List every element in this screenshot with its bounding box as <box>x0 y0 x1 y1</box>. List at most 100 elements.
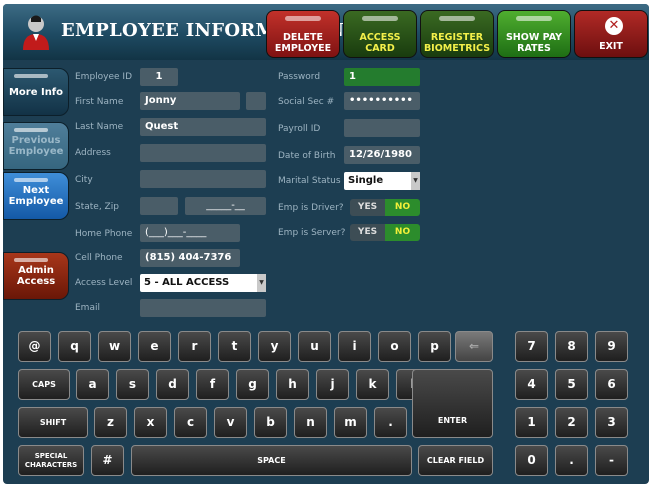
enter-key[interactable]: ENTER <box>412 369 493 438</box>
special-characters-key[interactable]: SPECIAL CHARACTERS <box>18 445 84 476</box>
key-q[interactable]: q <box>58 331 91 362</box>
employee-id-field[interactable]: 1 <box>140 68 178 86</box>
state-field[interactable] <box>140 197 178 215</box>
key-u[interactable]: u <box>298 331 331 362</box>
next-employee-button[interactable]: Next Employee <box>3 172 69 220</box>
first-name-label: First Name <box>75 97 124 107</box>
numpad-6[interactable]: 6 <box>595 369 628 400</box>
exit-label: EXIT <box>599 41 623 52</box>
home-phone-field[interactable]: (___)___-____ <box>140 224 240 242</box>
server-toggle[interactable]: YES NO <box>350 224 420 241</box>
previous-employee-button[interactable]: Previous Employee <box>3 122 69 170</box>
payroll-id-field[interactable] <box>344 119 420 137</box>
key-t[interactable]: t <box>218 331 251 362</box>
dob-label: Date of Birth <box>278 151 336 161</box>
caps-key[interactable]: CAPS <box>18 369 70 400</box>
numpad-7[interactable]: 7 <box>515 331 548 362</box>
key-period[interactable]: . <box>374 407 407 438</box>
app-window: EMPLOYEE INFORMATION DELETE EMPLOYEE ACC… <box>3 4 649 484</box>
password-label: Password <box>278 72 321 82</box>
first-name-field[interactable]: Jonny <box>140 92 240 110</box>
show-pay-rates-button[interactable]: SHOW PAY RATES <box>497 10 571 58</box>
header-bar: EMPLOYEE INFORMATION DELETE EMPLOYEE ACC… <box>3 4 649 60</box>
cell-phone-field[interactable]: (815) 404-7376 <box>140 249 240 267</box>
key-m[interactable]: m <box>334 407 367 438</box>
register-biometrics-button[interactable]: REGISTER BIOMETRICS <box>420 10 494 58</box>
city-field[interactable] <box>140 170 266 188</box>
key-w[interactable]: w <box>98 331 131 362</box>
numpad-minus[interactable]: - <box>595 445 628 476</box>
key-s[interactable]: s <box>116 369 149 400</box>
driver-yes-option[interactable]: YES <box>350 199 385 216</box>
key-o[interactable]: o <box>378 331 411 362</box>
access-card-button[interactable]: ACCESS CARD <box>343 10 417 58</box>
cell-phone-label: Cell Phone <box>75 253 123 263</box>
exit-button[interactable]: ✕ EXIT <box>574 10 648 58</box>
numpad-0[interactable]: 0 <box>515 445 548 476</box>
numpad-3[interactable]: 3 <box>595 407 628 438</box>
employee-id-label: Employee ID <box>75 72 133 82</box>
ssn-field[interactable]: •••••••••• <box>344 92 420 110</box>
numpad-2[interactable]: 2 <box>555 407 588 438</box>
admin-access-button[interactable]: Admin Access <box>3 252 69 300</box>
driver-toggle[interactable]: YES NO <box>350 199 420 216</box>
numpad-9[interactable]: 9 <box>595 331 628 362</box>
numpad-4[interactable]: 4 <box>515 369 548 400</box>
key-g[interactable]: g <box>236 369 269 400</box>
access-level-value: 5 - ALL ACCESS <box>144 277 230 288</box>
key-x[interactable]: x <box>134 407 167 438</box>
password-field[interactable]: 1 <box>344 68 420 86</box>
close-icon: ✕ <box>605 17 623 35</box>
backspace-key[interactable]: ⇐ <box>455 331 493 362</box>
key-d[interactable]: d <box>156 369 189 400</box>
driver-label: Emp is Driver? <box>278 203 344 213</box>
last-name-field[interactable]: Quest <box>140 118 266 136</box>
clear-field-key[interactable]: CLEAR FIELD <box>418 445 493 476</box>
numpad-5[interactable]: 5 <box>555 369 588 400</box>
key-f[interactable]: f <box>196 369 229 400</box>
key-hash[interactable]: # <box>91 445 124 476</box>
key-z[interactable]: z <box>94 407 127 438</box>
key-n[interactable]: n <box>294 407 327 438</box>
key-at[interactable]: @ <box>18 331 51 362</box>
delete-employee-button[interactable]: DELETE EMPLOYEE <box>266 10 340 58</box>
key-e[interactable]: e <box>138 331 171 362</box>
marital-status-select[interactable]: Single ▼ <box>344 172 420 190</box>
key-j[interactable]: j <box>316 369 349 400</box>
server-yes-option[interactable]: YES <box>350 224 385 241</box>
access-level-label: Access Level <box>75 278 133 288</box>
driver-no-option[interactable]: NO <box>385 199 420 216</box>
server-no-option[interactable]: NO <box>385 224 420 241</box>
numpad-8[interactable]: 8 <box>555 331 588 362</box>
address-field[interactable] <box>140 144 266 162</box>
space-key[interactable]: SPACE <box>131 445 412 476</box>
key-a[interactable]: a <box>76 369 109 400</box>
key-v[interactable]: v <box>214 407 247 438</box>
email-label: Email <box>75 303 100 313</box>
marital-status-value: Single <box>348 175 384 186</box>
key-p[interactable]: p <box>418 331 451 362</box>
employee-person-icon <box>23 15 49 50</box>
address-label: Address <box>75 148 111 158</box>
home-phone-label: Home Phone <box>75 229 133 239</box>
numpad-1[interactable]: 1 <box>515 407 548 438</box>
key-b[interactable]: b <box>254 407 287 438</box>
numpad-decimal[interactable]: . <box>555 445 588 476</box>
city-label: City <box>75 175 93 185</box>
middle-initial-field[interactable] <box>246 92 266 110</box>
key-y[interactable]: y <box>258 331 291 362</box>
dob-field[interactable]: 12/26/1980 <box>344 146 420 164</box>
key-k[interactable]: k <box>356 369 389 400</box>
ssn-label: Social Sec # <box>278 97 335 107</box>
state-zip-label: State, Zip <box>75 202 119 212</box>
key-h[interactable]: h <box>276 369 309 400</box>
more-info-button[interactable]: More Info <box>3 68 69 116</box>
payroll-id-label: Payroll ID <box>278 124 321 134</box>
key-i[interactable]: i <box>338 331 371 362</box>
zip-field[interactable]: _____-__ <box>185 197 266 215</box>
email-field[interactable] <box>140 299 266 317</box>
access-level-select[interactable]: 5 - ALL ACCESS ▼ <box>140 274 266 292</box>
shift-key[interactable]: SHIFT <box>18 407 88 438</box>
key-r[interactable]: r <box>178 331 211 362</box>
key-c[interactable]: c <box>174 407 207 438</box>
